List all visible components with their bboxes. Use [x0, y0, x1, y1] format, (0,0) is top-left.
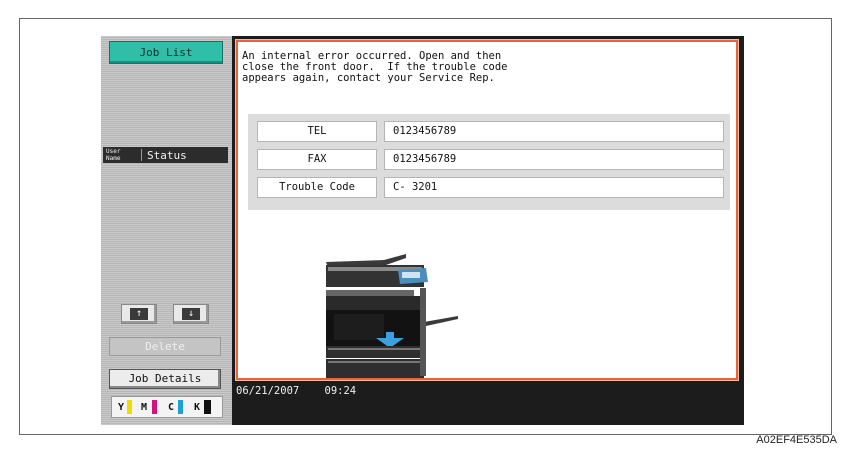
left-panel: Job List User Name Status ↑ ↓ Delete Job … [101, 36, 232, 425]
error-dialog: An internal error occurred. Open and the… [236, 40, 738, 380]
status-time: 09:24 [324, 385, 357, 397]
toner-m-label: M [141, 402, 148, 413]
delete-button[interactable]: Delete [109, 337, 221, 356]
toner-c-label: C [168, 402, 175, 413]
toner-y-bar [127, 400, 132, 414]
error-message: An internal error occurred. Open and the… [242, 51, 712, 84]
fax-value: 0123456789 [384, 149, 724, 170]
job-list-button[interactable]: Job List [109, 41, 223, 64]
fax-label: FAX [257, 149, 377, 170]
status-date: 06/21/2007 [236, 385, 300, 397]
trouble-code-value: C- 3201 [384, 177, 724, 198]
arrow-down-icon: ↓ [182, 308, 200, 320]
user-name-header: User Name [106, 148, 121, 162]
toner-k-label: K [194, 402, 201, 413]
contact-info-panel: TEL 0123456789 FAX 0123456789 Trouble Co… [248, 114, 730, 210]
toner-m-bar [152, 400, 157, 414]
scroll-up-button[interactable]: ↑ [121, 304, 157, 324]
header-divider [141, 149, 142, 161]
figure-code: A02EF4E535DA [756, 434, 837, 446]
toner-k-bar [204, 400, 211, 414]
status-bar: 06/21/2007 09:24 [236, 385, 356, 397]
tel-value: 0123456789 [384, 121, 724, 142]
trouble-code-label: Trouble Code [257, 177, 377, 198]
job-details-button[interactable]: Job Details [109, 369, 221, 389]
job-list-header: User Name Status [103, 147, 228, 163]
scroll-down-button[interactable]: ↓ [173, 304, 209, 324]
tel-label: TEL [257, 121, 377, 142]
toner-c-bar [178, 400, 183, 414]
error-message-line: appears again, contact your Service Rep. [242, 72, 495, 84]
arrow-up-icon: ↑ [130, 308, 148, 320]
status-header: Status [147, 149, 187, 162]
copier-illustration-icon [326, 254, 458, 378]
toner-y-label: Y [118, 402, 125, 413]
toner-level-indicator: Y M C K [111, 396, 223, 418]
control-panel-screen: Job List User Name Status ↑ ↓ Delete Job … [101, 36, 744, 425]
